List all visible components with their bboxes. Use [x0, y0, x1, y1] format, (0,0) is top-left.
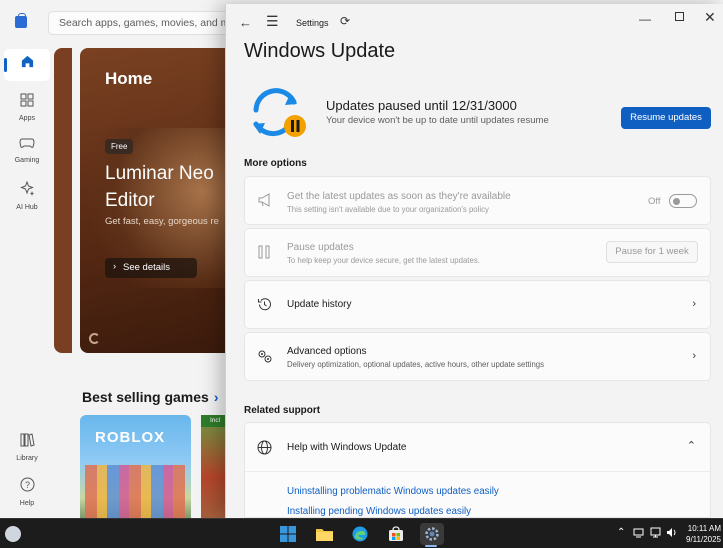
sync-icon: ⟳ [340, 14, 351, 28]
taskbar: ⌃ 10:11 AM 9/11/2025 [0, 518, 723, 548]
widgets-icon[interactable] [5, 526, 21, 542]
pause-icon [257, 245, 271, 262]
resume-updates-button[interactable]: Resume updates [621, 107, 711, 129]
globe-icon [257, 440, 272, 458]
nav-label: Help [19, 500, 35, 507]
settings-taskbar-button[interactable] [420, 523, 444, 545]
update-paused-icon [253, 88, 306, 137]
nav-item-gaming[interactable]: Gaming [0, 137, 54, 164]
search-input[interactable]: Search apps, games, movies, and more [48, 11, 248, 35]
advanced-options-option[interactable]: Advanced options Delivery optimization, … [244, 332, 711, 381]
hero-prev-card[interactable] [54, 48, 72, 353]
more-options-heading: More options [244, 158, 307, 169]
loading-icon [89, 333, 100, 344]
home-icon [21, 55, 33, 68]
nav-label: Library [16, 455, 38, 462]
chevron-up-icon[interactable]: ⌃ [687, 439, 696, 452]
folder-icon [315, 529, 333, 541]
history-icon [257, 297, 272, 315]
update-status-subtitle: Your device won't be up to date until up… [326, 115, 549, 126]
gear-icon [425, 527, 439, 541]
nav-label: Gaming [14, 157, 40, 164]
windows-logo-icon [280, 526, 296, 542]
chevron-right-icon: › [213, 389, 219, 405]
close-button[interactable]: ✕ [704, 9, 716, 26]
start-button[interactable] [276, 523, 300, 545]
nav-item-help[interactable]: ? Help [0, 477, 54, 507]
nav-label: Apps [19, 115, 35, 122]
option-title: Advanced options [287, 346, 367, 357]
window-title: Settings [296, 18, 329, 28]
hamburger-menu-icon[interactable]: ☰ [266, 13, 279, 30]
see-details-button[interactable]: › See details [105, 258, 197, 278]
help-title[interactable]: Help with Windows Update [287, 442, 407, 453]
divider [245, 471, 710, 472]
apps-icon [0, 93, 54, 111]
option-title: Pause updates [287, 242, 354, 253]
chevron-right-icon: › [692, 298, 696, 310]
minimize-button[interactable]: — [639, 12, 651, 26]
clock-time: 10:11 AM [687, 524, 721, 533]
update-history-option[interactable]: Update history › [244, 280, 711, 329]
ai-hub-icon [0, 180, 54, 200]
svg-text:?: ? [24, 480, 29, 490]
page-title: Windows Update [244, 40, 396, 62]
nav-item-ai-hub[interactable]: AI Hub [0, 180, 54, 211]
back-arrow-icon[interactable]: ← [239, 15, 252, 30]
hero-subtitle: Get fast, easy, gorgeous re [105, 216, 219, 227]
chevron-right-icon: › [113, 261, 117, 272]
store-logo-icon [15, 13, 27, 28]
network-icon[interactable] [633, 527, 644, 541]
see-details-label: See details [123, 262, 171, 273]
price-badge: Free [105, 139, 134, 154]
game-card-roblox[interactable]: ROBLOX [80, 415, 191, 518]
store-icon [389, 526, 403, 541]
file-explorer-button[interactable] [312, 523, 336, 545]
store-nav: Apps Gaming AI Hub Library ? Help [0, 44, 54, 518]
edge-icon [352, 526, 368, 542]
store-button[interactable] [384, 523, 408, 545]
nav-item-library[interactable]: Library [0, 433, 54, 462]
option-subtitle: To help keep your device secure, get the… [287, 256, 480, 265]
maximize-button[interactable] [675, 12, 684, 21]
latest-updates-option: Get the latest updates as soon as they'r… [244, 176, 711, 225]
best-selling-label: Best selling games [82, 389, 209, 405]
toggle-state-label: Off [648, 196, 661, 207]
nav-item-apps[interactable]: Apps [0, 93, 54, 122]
edge-button[interactable] [348, 523, 372, 545]
nav-item-home-icon[interactable] [0, 54, 54, 71]
clock-date: 9/11/2025 [686, 535, 721, 544]
update-status-title: Updates paused until 12/31/3000 [326, 98, 517, 113]
option-subtitle: This setting isn't available due to your… [287, 205, 489, 214]
title-bar: ← ☰ Settings ⟳ — ✕ [226, 4, 723, 40]
option-title: Get the latest updates as soon as they'r… [287, 191, 511, 202]
chevron-up-icon[interactable]: ⌃ [617, 527, 625, 538]
game-artwork [85, 465, 185, 518]
related-support-heading: Related support [244, 405, 321, 416]
option-title: Update history [287, 299, 352, 310]
gamepad-icon [0, 137, 54, 153]
megaphone-icon [257, 193, 273, 210]
active-app-indicator [425, 545, 437, 547]
game-logo-text: ROBLOX [95, 429, 166, 446]
pause-for-1-week-button[interactable]: Pause for 1 week [606, 241, 698, 263]
library-icon [0, 433, 54, 451]
settings-window: ← ☰ Settings ⟳ — ✕ Windows Update Update… [225, 4, 723, 518]
help-link[interactable]: Uninstalling problematic Windows updates… [287, 486, 499, 497]
option-subtitle: Delivery optimization, optional updates,… [287, 360, 545, 369]
help-icon: ? [0, 477, 54, 496]
help-windows-update-panel: Help with Windows Update ⌃ Uninstalling … [244, 422, 711, 518]
nav-label: AI Hub [16, 204, 38, 211]
latest-updates-toggle[interactable] [669, 194, 697, 208]
chevron-right-icon: › [692, 350, 696, 362]
gears-icon [257, 349, 273, 367]
best-selling-heading[interactable]: Best selling games › [82, 389, 219, 405]
hero-title: Home [105, 69, 153, 88]
help-link[interactable]: Installing pending Windows updates easil… [287, 506, 471, 517]
system-clock[interactable]: 10:11 AM 9/11/2025 [675, 523, 721, 545]
pause-updates-option: Pause updates To help keep your device s… [244, 228, 711, 277]
display-icon[interactable] [650, 527, 661, 541]
